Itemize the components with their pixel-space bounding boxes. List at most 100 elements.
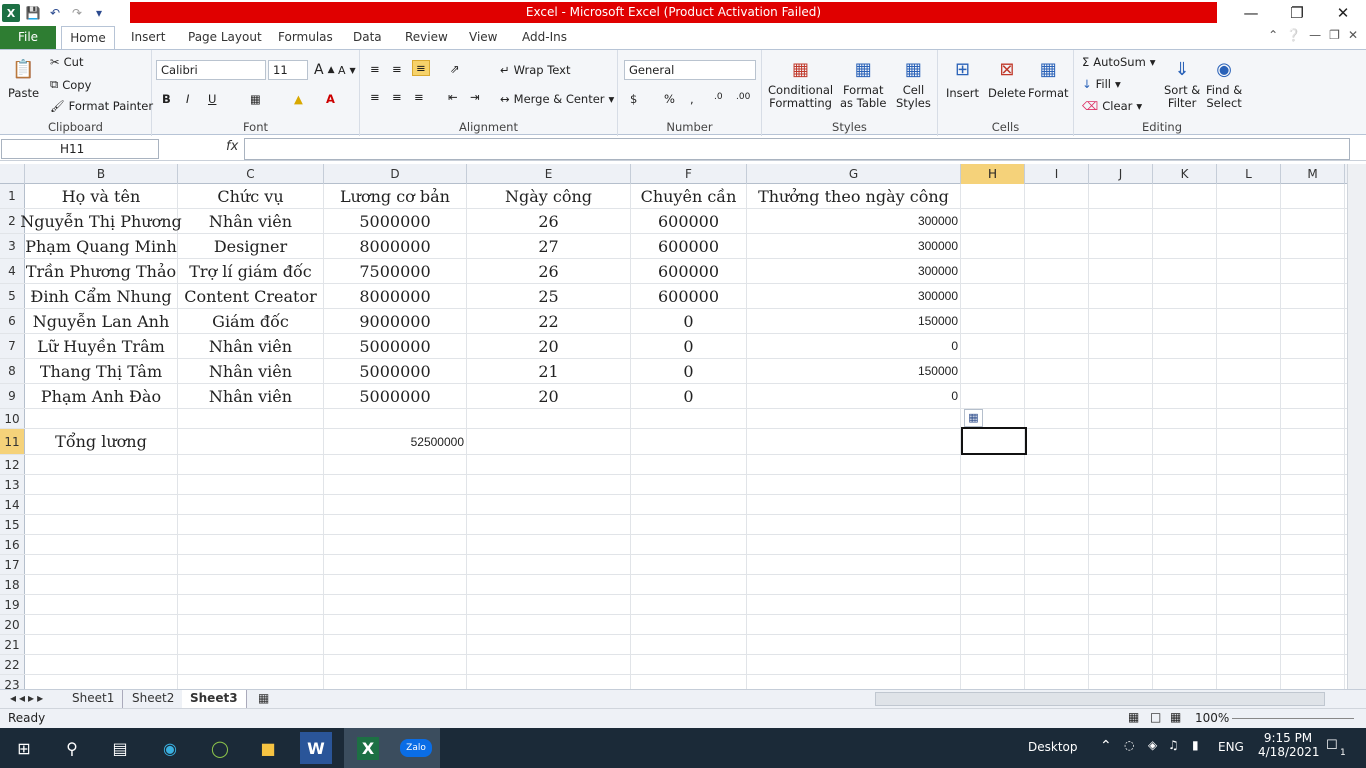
cell-M10[interactable]: [1281, 409, 1345, 428]
grow-font-icon[interactable]: A ▲: [314, 62, 335, 78]
cell-G10[interactable]: [747, 409, 961, 428]
tab-view[interactable]: View: [469, 26, 497, 49]
format-as-table-button[interactable]: ▦ Format as Table: [840, 54, 886, 110]
cell-D3[interactable]: 8000000: [324, 234, 467, 258]
cell-I9[interactable]: [1025, 384, 1089, 408]
cell-J9[interactable]: [1089, 384, 1153, 408]
cell-L20[interactable]: [1217, 615, 1281, 634]
find-select-button[interactable]: ◉ Find & Select: [1206, 54, 1242, 110]
paste-button[interactable]: 📋 Paste: [8, 54, 39, 101]
tab-formulas[interactable]: Formulas: [278, 26, 333, 49]
cell-M20[interactable]: [1281, 615, 1345, 634]
cell-E16[interactable]: [467, 535, 631, 554]
cell-B11[interactable]: Tổng lương: [25, 429, 178, 454]
tab-page-layout[interactable]: Page Layout: [188, 26, 262, 49]
cell-B10[interactable]: [25, 409, 178, 428]
tab-insert[interactable]: Insert: [131, 26, 165, 49]
cell-C11[interactable]: [178, 429, 324, 454]
row-header[interactable]: 23: [0, 675, 25, 689]
cell-M9[interactable]: [1281, 384, 1345, 408]
cell-F11[interactable]: [631, 429, 747, 454]
cell-F13[interactable]: [631, 475, 747, 494]
cell-B5[interactable]: Đinh Cẩm Nhung: [25, 284, 178, 308]
align-middle-icon[interactable]: ≡: [392, 62, 402, 76]
cell-K22[interactable]: [1153, 655, 1217, 674]
row-header[interactable]: 7: [0, 334, 25, 358]
cell-E10[interactable]: [467, 409, 631, 428]
orientation-icon[interactable]: ⇗: [450, 62, 460, 76]
cell-I2[interactable]: [1025, 209, 1089, 233]
cell-K5[interactable]: [1153, 284, 1217, 308]
cell-L6[interactable]: [1217, 309, 1281, 333]
cell-L17[interactable]: [1217, 555, 1281, 574]
task-view-icon[interactable]: ▤: [104, 732, 136, 764]
cell-I8[interactable]: [1025, 359, 1089, 383]
cell-C12[interactable]: [178, 455, 324, 474]
cell-B20[interactable]: [25, 615, 178, 634]
column-header-K[interactable]: K: [1153, 164, 1217, 184]
search-icon[interactable]: ⚲: [56, 732, 88, 764]
cell-K1[interactable]: [1153, 184, 1217, 208]
font-name-select[interactable]: Calibri: [156, 60, 266, 80]
cell-G11[interactable]: [747, 429, 961, 454]
cell-H12[interactable]: [961, 455, 1025, 474]
font-color-icon[interactable]: A: [326, 92, 335, 106]
desktop-toolbar-label[interactable]: Desktop: [1028, 740, 1078, 754]
normal-view-icon[interactable]: ▦: [1128, 710, 1139, 724]
workbook-minimize-icon[interactable]: —: [1309, 28, 1321, 42]
cell-D4[interactable]: 7500000: [324, 259, 467, 283]
excel-taskbar-icon[interactable]: X: [344, 728, 392, 768]
cell-C6[interactable]: Giám đốc: [178, 309, 324, 333]
restore-button[interactable]: ❐: [1274, 0, 1320, 26]
cell-K11[interactable]: [1153, 429, 1217, 454]
cell-H18[interactable]: [961, 575, 1025, 594]
tray-overflow-icon[interactable]: ⌃: [1100, 738, 1112, 754]
column-header-I[interactable]: I: [1025, 164, 1089, 184]
cell-H21[interactable]: [961, 635, 1025, 654]
cell-E2[interactable]: 26: [467, 209, 631, 233]
cell-C20[interactable]: [178, 615, 324, 634]
cell-C18[interactable]: [178, 575, 324, 594]
cell-D5[interactable]: 8000000: [324, 284, 467, 308]
active-cell-selection[interactable]: [961, 427, 1027, 455]
cell-F18[interactable]: [631, 575, 747, 594]
cell-D1[interactable]: Lương cơ bản: [324, 184, 467, 208]
cell-D8[interactable]: 5000000: [324, 359, 467, 383]
cell-L10[interactable]: [1217, 409, 1281, 428]
cell-B1[interactable]: Họ và tên: [25, 184, 178, 208]
cell-G2[interactable]: 300000: [747, 209, 961, 233]
cell-E18[interactable]: [467, 575, 631, 594]
cell-G12[interactable]: [747, 455, 961, 474]
cell-D22[interactable]: [324, 655, 467, 674]
cell-E20[interactable]: [467, 615, 631, 634]
cell-H22[interactable]: [961, 655, 1025, 674]
currency-icon[interactable]: $: [630, 92, 637, 106]
cell-C13[interactable]: [178, 475, 324, 494]
cell-H2[interactable]: [961, 209, 1025, 233]
cell-L5[interactable]: [1217, 284, 1281, 308]
cell-F21[interactable]: [631, 635, 747, 654]
cell-K18[interactable]: [1153, 575, 1217, 594]
cell-I4[interactable]: [1025, 259, 1089, 283]
cell-J22[interactable]: [1089, 655, 1153, 674]
cell-C10[interactable]: [178, 409, 324, 428]
cell-D6[interactable]: 9000000: [324, 309, 467, 333]
cell-J4[interactable]: [1089, 259, 1153, 283]
cell-M12[interactable]: [1281, 455, 1345, 474]
cell-B8[interactable]: Thang Thị Tâm: [25, 359, 178, 383]
cell-C22[interactable]: [178, 655, 324, 674]
cell-G7[interactable]: 0: [747, 334, 961, 358]
cell-H14[interactable]: [961, 495, 1025, 514]
cell-F10[interactable]: [631, 409, 747, 428]
cell-I7[interactable]: [1025, 334, 1089, 358]
cell-L19[interactable]: [1217, 595, 1281, 614]
cell-J1[interactable]: [1089, 184, 1153, 208]
cell-B18[interactable]: [25, 575, 178, 594]
excel-app-icon[interactable]: X: [2, 4, 20, 22]
number-format-select[interactable]: General: [624, 60, 756, 80]
zalo-icon[interactable]: Zalo: [392, 728, 440, 768]
cell-E15[interactable]: [467, 515, 631, 534]
cell-I12[interactable]: [1025, 455, 1089, 474]
vertical-scrollbar[interactable]: [1347, 164, 1366, 689]
cell-B19[interactable]: [25, 595, 178, 614]
